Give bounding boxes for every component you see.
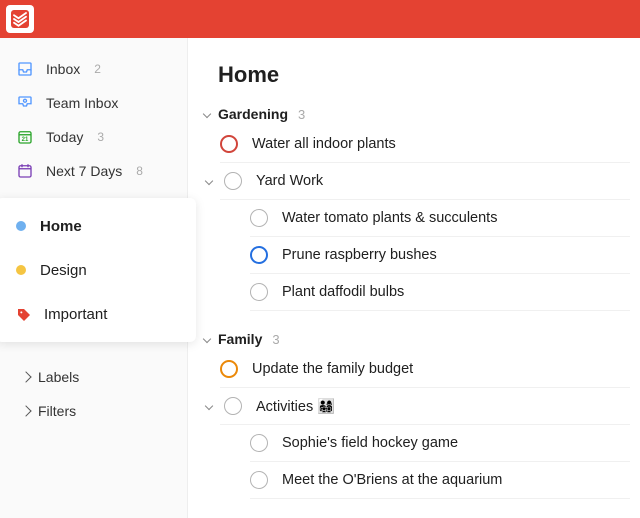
- sidebar-labels[interactable]: Labels: [0, 360, 187, 394]
- task-checkbox[interactable]: [250, 471, 268, 489]
- task-group[interactable]: Activities 👨‍👩‍👧‍👦: [220, 388, 630, 425]
- task-checkbox[interactable]: [250, 209, 268, 227]
- main-content: Home Gardening 3 Water all indoor plants Ya…: [188, 38, 640, 518]
- sidebar-item-inbox[interactable]: Inbox 2: [0, 52, 187, 86]
- sidebar-filters[interactable]: Filters: [0, 394, 187, 428]
- calendar-icon: [16, 162, 34, 180]
- task-checkbox[interactable]: [224, 397, 242, 415]
- project-label: Important: [44, 306, 107, 323]
- task-row[interactable]: Water all indoor plants: [220, 126, 630, 163]
- chevron-down-icon: [205, 177, 213, 185]
- meta-label: Filters: [38, 403, 76, 419]
- task-row[interactable]: Plant daffodil bulbs: [250, 274, 630, 311]
- project-label: Design: [40, 262, 87, 279]
- tag-icon: [16, 307, 30, 321]
- sidebar-project-important[interactable]: Important: [0, 292, 196, 336]
- sidebar-item-label: Today: [46, 129, 83, 145]
- sidebar-item-count: 3: [97, 130, 104, 144]
- project-label: Home: [40, 218, 82, 235]
- team-inbox-icon: [16, 94, 34, 112]
- task-row[interactable]: Water tomato plants & succulents: [250, 200, 630, 237]
- section-name: Gardening: [218, 106, 288, 122]
- sidebar-project-design[interactable]: Design: [0, 248, 196, 292]
- task-row[interactable]: Meet the O'Briens at the aquarium: [250, 462, 630, 499]
- sidebar-project-home[interactable]: Home: [0, 204, 196, 248]
- page-title: Home: [218, 62, 630, 88]
- sidebar-item-team-inbox[interactable]: Team Inbox: [0, 86, 187, 120]
- task-label: Update the family budget: [252, 361, 413, 377]
- task-row[interactable]: Update the family budget: [220, 351, 630, 388]
- sidebar-item-next7[interactable]: Next 7 Days 8: [0, 154, 187, 188]
- section-count: 3: [298, 107, 305, 122]
- task-row[interactable]: Prune raspberry bushes: [250, 237, 630, 274]
- task-checkbox[interactable]: [250, 283, 268, 301]
- project-color-dot: [16, 265, 26, 275]
- section-header[interactable]: Family 3: [204, 331, 630, 347]
- sidebar-item-label: Team Inbox: [46, 95, 118, 111]
- chevron-down-icon: [205, 402, 213, 410]
- task-label: Sophie's field hockey game: [282, 435, 458, 451]
- meta-label: Labels: [38, 369, 79, 385]
- task-row[interactable]: Sophie's field hockey game: [250, 425, 630, 462]
- task-group[interactable]: Yard Work: [220, 163, 630, 200]
- task-checkbox[interactable]: [220, 135, 238, 153]
- task-checkbox[interactable]: [220, 360, 238, 378]
- section-count: 3: [272, 332, 279, 347]
- sidebar-item-today[interactable]: 21 Today 3: [0, 120, 187, 154]
- inbox-icon: [16, 60, 34, 78]
- section-name: Family: [218, 331, 262, 347]
- task-checkbox[interactable]: [250, 246, 268, 264]
- section-header[interactable]: Gardening 3: [204, 106, 630, 122]
- task-label: Prune raspberry bushes: [282, 247, 437, 263]
- task-label: Plant daffodil bulbs: [282, 284, 404, 300]
- task-label: Water tomato plants & succulents: [282, 210, 497, 226]
- task-label: Meet the O'Briens at the aquarium: [282, 472, 502, 488]
- chevron-right-icon: [20, 371, 31, 382]
- sidebar: Inbox 2 Team Inbox 21 Today 3 Next 7 Day…: [0, 38, 188, 518]
- sidebar-item-label: Inbox: [46, 61, 80, 77]
- sidebar-projects: Home Design Important: [0, 198, 196, 342]
- project-color-dot: [16, 221, 26, 231]
- task-label: Activities 👨‍👩‍👧‍👦: [256, 398, 335, 415]
- chevron-down-icon: [203, 110, 211, 118]
- task-label: Water all indoor plants: [252, 136, 396, 152]
- sidebar-item-label: Next 7 Days: [46, 163, 122, 179]
- app-logo[interactable]: [6, 5, 34, 33]
- top-bar: [0, 0, 640, 38]
- task-checkbox[interactable]: [250, 434, 268, 452]
- svg-text:21: 21: [22, 137, 29, 143]
- task-label: Yard Work: [256, 173, 323, 189]
- sidebar-meta: Labels Filters: [0, 360, 187, 428]
- todoist-icon: [11, 10, 29, 28]
- sidebar-item-count: 2: [94, 62, 101, 76]
- sidebar-item-count: 8: [136, 164, 143, 178]
- chevron-right-icon: [20, 405, 31, 416]
- task-checkbox[interactable]: [224, 172, 242, 190]
- chevron-down-icon: [203, 335, 211, 343]
- today-icon: 21: [16, 128, 34, 146]
